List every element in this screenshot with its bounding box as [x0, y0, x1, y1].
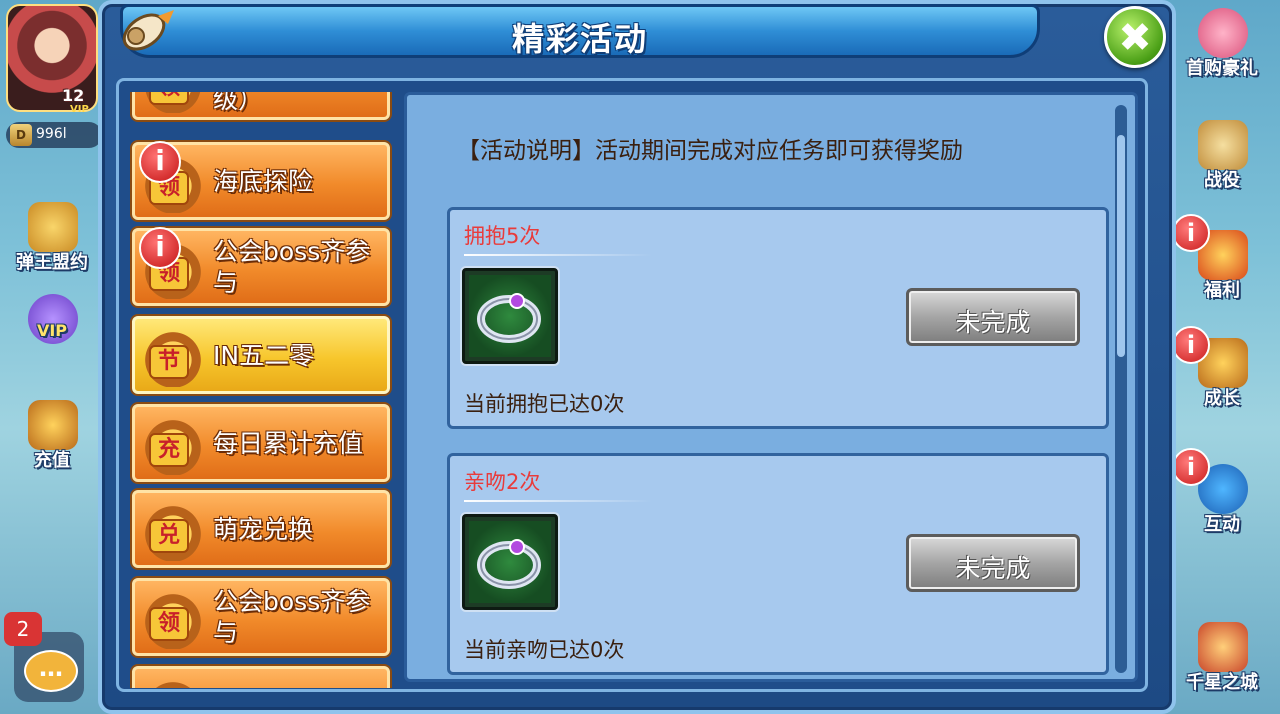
vip-button[interactable]: VIP [2, 292, 102, 372]
recharge-tag: 充 [149, 433, 189, 467]
menu-item-label: 公会boss齐参与 [213, 237, 371, 297]
menu-item-deep-sea[interactable]: 领 i 海底探险 [132, 141, 390, 220]
welfare-button[interactable]: 福利 i [1172, 214, 1272, 308]
league-button[interactable]: 弹王盟约 [2, 200, 102, 280]
vip-level: 12 [62, 86, 85, 105]
campaign-label: 战役 [1204, 170, 1240, 191]
menu-item-label: IN五二零 [213, 340, 315, 370]
ring-icon [477, 293, 541, 343]
alert-badge-icon: i [139, 141, 181, 183]
activity-description: 【活动说明】活动期间完成对应任务即可获得奖励 [457, 138, 963, 164]
welfare-alert-badge: i [1172, 214, 1210, 252]
reward-item[interactable] [462, 514, 558, 610]
claim-tag: 领 [149, 607, 189, 641]
recharge-label: 充值 [34, 450, 70, 471]
task-progress: 当前拥抱已达0次 [464, 392, 625, 416]
rocket-icon [122, 10, 174, 51]
menu-item-more[interactable] [132, 666, 390, 688]
activity-menu[interactable]: 领 级） 领 i 海底探险 领 i 公会boss齐参与 节 IN五二零 充 每日… [130, 92, 394, 688]
exchange-tag: 兑 [149, 519, 189, 553]
festival-chest-icon: 节 [141, 327, 205, 387]
menu-item-label: 级） [213, 92, 264, 114]
exchange-gift-icon: 兑 [141, 501, 205, 561]
status-label: 未完成 [955, 308, 1031, 337]
recharge-chest-icon: 充 [141, 415, 205, 475]
right-hud: 首购豪礼 战役 福利 i 成长 i 互动 i 千星之城 [1170, 0, 1280, 714]
festival-tag: 节 [149, 345, 189, 379]
menu-item-pet-exchange[interactable]: 兑 萌宠兑换 [132, 490, 390, 568]
currency-amount: 996l [36, 126, 67, 142]
incomplete-button[interactable]: 未完成 [906, 288, 1080, 346]
menu-item-label: 萌宠兑换 [213, 514, 314, 544]
ship-icon [1198, 622, 1248, 672]
menu-item-label: 海底探险 [213, 166, 314, 196]
vip-button-label: VIP [36, 321, 68, 340]
chat-unread-count: 2 [4, 612, 42, 646]
left-hud: 12 VIP D 996l 弹王盟约 VIP 充值 … 2 [0, 0, 110, 714]
close-button[interactable]: ✖ [1104, 6, 1166, 68]
reward-chest-icon: 领 [141, 589, 205, 649]
reward-slot [469, 275, 551, 357]
currency-display: D 996l [6, 122, 102, 148]
alert-badge-icon: i [139, 227, 181, 269]
interact-alert-badge: i [1172, 448, 1210, 486]
vip-label: VIP [70, 104, 89, 115]
menu-item-daily-recharge[interactable]: 充 每日累计充值 [132, 404, 390, 482]
star-city-label: 千星之城 [1186, 672, 1258, 693]
welfare-label: 福利 [1204, 280, 1240, 301]
recharge-button[interactable]: 充值 [2, 398, 102, 478]
chat-button[interactable]: … 2 [4, 612, 84, 702]
reward-chest-icon [141, 677, 205, 688]
chat-bubble-icon: … [24, 650, 78, 692]
claim-tag: 领 [149, 92, 189, 105]
reward-item[interactable] [462, 268, 558, 364]
ring-icon [477, 539, 541, 589]
growth-alert-badge: i [1172, 326, 1210, 364]
title-underline [464, 254, 652, 256]
scroll-icon [28, 202, 78, 252]
first-purchase-label: 首购豪礼 [1186, 58, 1258, 79]
first-purchase-button[interactable]: 首购豪礼 [1172, 6, 1272, 86]
incomplete-button[interactable]: 未完成 [906, 534, 1080, 592]
menu-item-520[interactable]: 节 IN五二零 [132, 316, 390, 394]
scrollbar-thumb[interactable] [1117, 135, 1125, 357]
task-card: 拥抱5次 当前拥抱已达0次 未完成 [447, 207, 1109, 429]
dialog-title: 精彩活动 [511, 20, 648, 58]
interact-button[interactable]: 互动 i [1172, 448, 1272, 542]
campaign-button[interactable]: 战役 [1172, 118, 1272, 198]
dialog-title-bar: 精彩活动 [120, 4, 1040, 58]
task-title: 亲吻2次 [464, 470, 541, 494]
close-icon: ✖ [1118, 15, 1152, 61]
sword-scroll-icon [1198, 120, 1248, 170]
status-label: 未完成 [955, 554, 1031, 583]
interact-label: 互动 [1204, 514, 1240, 535]
menu-item-level[interactable]: 领 级） [132, 92, 390, 120]
reward-chest-icon: 领 [141, 92, 205, 113]
growth-button[interactable]: 成长 i [1172, 326, 1272, 416]
gift-character-icon [1198, 8, 1248, 58]
content-scrollbar[interactable] [1115, 105, 1127, 673]
task-progress: 当前亲吻已达0次 [464, 638, 625, 662]
menu-item-label: 公会boss齐参与 [213, 587, 371, 647]
menu-item-guild-boss-2[interactable]: 领 公会boss齐参与 [132, 578, 390, 656]
reward-slot [469, 521, 551, 603]
title-underline [464, 500, 652, 502]
league-label: 弹王盟约 [16, 252, 88, 273]
menu-item-label [213, 669, 381, 688]
coin-icon: D [10, 124, 32, 146]
treasure-chest-icon [28, 400, 78, 450]
task-title: 拥抱5次 [464, 224, 541, 248]
menu-item-guild-boss[interactable]: 领 i 公会boss齐参与 [132, 227, 390, 306]
activity-content-panel: 【活动说明】活动期间完成对应任务即可获得奖励 拥抱5次 当前拥抱已达0次 未完成… [404, 92, 1138, 682]
task-card: 亲吻2次 当前亲吻已达0次 未完成 [447, 453, 1109, 675]
menu-item-label: 每日累计充值 [213, 428, 364, 458]
star-city-button[interactable]: 千星之城 [1172, 620, 1272, 700]
growth-label: 成长 [1204, 388, 1240, 409]
